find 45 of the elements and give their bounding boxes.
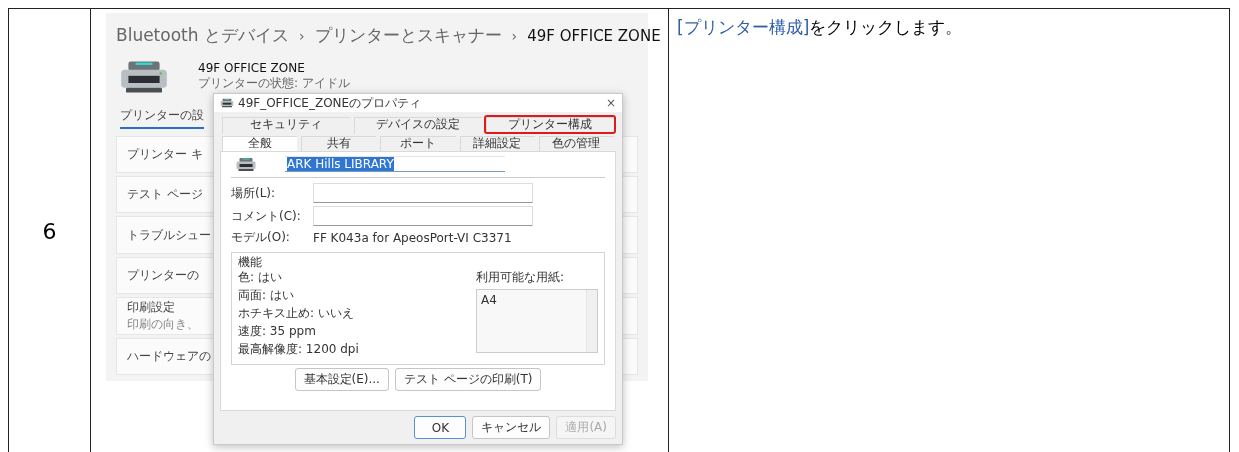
dialog-button[interactable]: テスト ページの印刷(T) [394,368,542,391]
step-number: 6 [9,9,91,452]
breadcrumb-item[interactable]: Bluetooth とデバイス [116,24,289,48]
card-title: 印刷設定 [127,298,175,316]
dialog-button[interactable]: 基本設定(E)... [294,368,389,391]
name-field[interactable]: ARK Hills LIBRARY [285,156,505,172]
tab[interactable]: デバイスの設定 [352,115,484,134]
card-title: プリンター キ [127,145,203,163]
section-tab[interactable]: プリンターの設 [120,106,204,129]
field-label: 場所(L): [231,184,277,202]
feature-text: 最高解像度: 1200 dpi [238,341,360,358]
list-item[interactable]: A4 [481,293,582,307]
field-label: コメント(C): [231,207,302,225]
dialog-button[interactable]: キャンセル [472,416,551,439]
card-title: プリンターの [127,266,199,284]
paper-list[interactable]: A4 [476,289,598,353]
feature-text: 両面: はい [238,287,295,304]
feature-text: 色: はい [238,269,283,286]
tab[interactable]: プリンター構成 [484,115,616,134]
tab[interactable]: セキュリティ [220,115,352,134]
tab[interactable]: 共有 [299,134,379,151]
field-label: モデル(O): [231,229,291,246]
breadcrumb-item[interactable]: プリンターとスキャナー [314,24,502,48]
feature-text: ホチキス止め: いいえ [238,305,355,322]
chevron-icon: › [298,27,305,44]
paper-label: 利用可能な用紙: [476,269,566,286]
dialog-button[interactable]: OK [414,416,467,439]
model-text: FF K043a for ApeosPort-VI C3371 [313,230,512,245]
breadcrumb-item: 49F OFFICE ZONE [527,26,661,45]
tab[interactable]: 全般 [220,134,300,151]
card-title: トラブルシュー [127,226,211,244]
chevron-icon: › [511,27,518,44]
group-label: 機能 [238,255,263,269]
tab[interactable]: 詳細設定 [457,134,537,151]
dialog-title: 49F_OFFICE_ZONEのプロパティ [238,94,423,112]
close-icon[interactable]: × [605,96,616,110]
printer-status: プリンターの状態: アイドル [198,75,350,93]
feature-text: 速度: 35 ppm [238,323,317,340]
printer-name: 49F OFFICE ZONE [198,61,306,76]
tab[interactable]: ポート [378,134,458,151]
card-subtitle: 印刷の向き、 [127,315,199,333]
card-title: ハードウェアの [127,347,211,365]
card-title: テスト ページ [127,186,203,204]
tab[interactable]: 色の管理 [536,134,616,151]
instruction-text: [プリンター構成]をクリックします。 [676,16,964,39]
